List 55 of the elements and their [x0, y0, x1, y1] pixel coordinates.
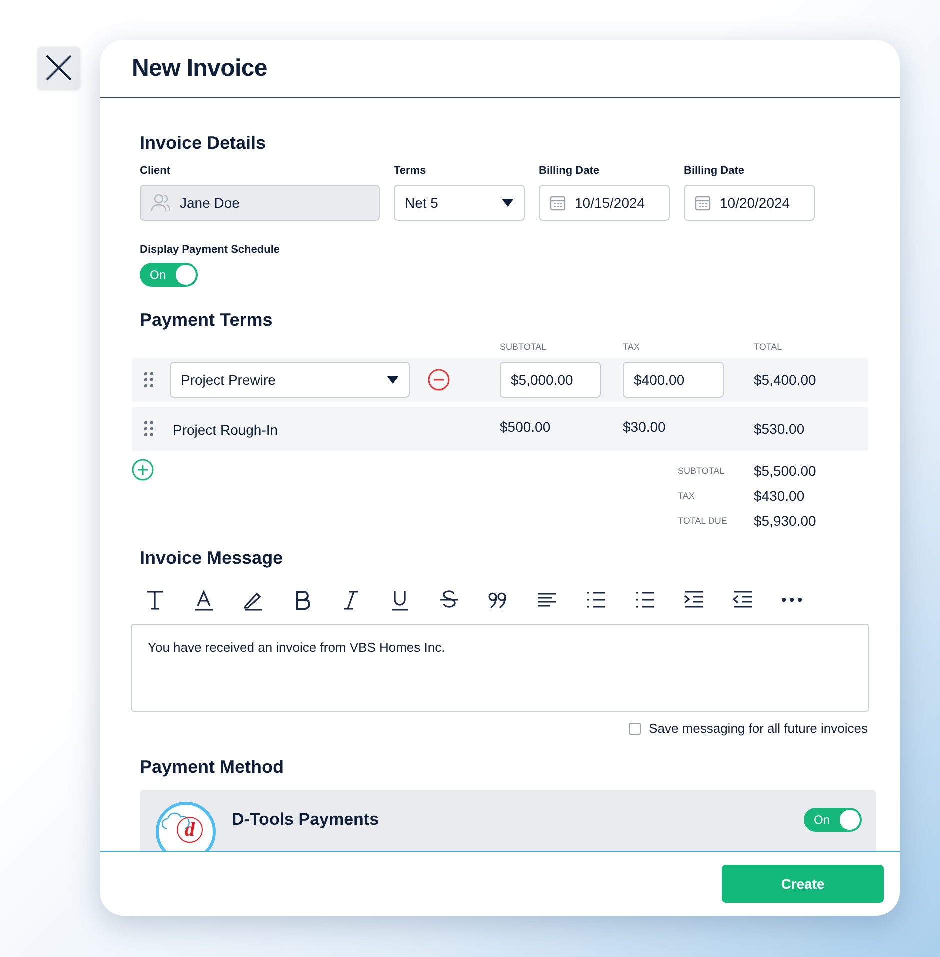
- total-amount: $5,930.00: [754, 512, 816, 528]
- section-heading: Payment Method: [140, 756, 284, 778]
- total-amount: $430.00: [754, 488, 805, 504]
- subtotal-value: $500.00: [500, 419, 552, 435]
- bullet-list-icon[interactable]: [585, 589, 607, 611]
- date-field[interactable]: 10/15/2024: [539, 185, 670, 221]
- message-field[interactable]: You have received an invoice from VBS Homes Inc.: [131, 624, 869, 712]
- caret-icon: [502, 199, 514, 207]
- tax-value: $30.00: [623, 419, 667, 435]
- method-name: D-Tools Payments: [232, 810, 380, 830]
- client-field: Jane Doe: [140, 185, 380, 221]
- add-icon[interactable]: [132, 459, 154, 481]
- total-value: $5,400.00: [754, 372, 818, 388]
- indent-icon[interactable]: [683, 589, 705, 611]
- person-icon: [151, 194, 171, 212]
- item-name: Project Rough-In: [172, 422, 280, 438]
- save-checkbox[interactable]: [629, 722, 642, 734]
- drag-handle-icon: [144, 372, 154, 388]
- total-value: $530.00: [754, 421, 806, 437]
- checkbox-label: Save messaging for all future invoices: [649, 721, 868, 736]
- tax-field[interactable]: $400.00: [623, 362, 724, 398]
- total-label: TAX: [678, 490, 696, 500]
- numbered-list-icon[interactable]: [634, 589, 656, 611]
- calendar-icon: [695, 195, 711, 211]
- section-heading: Invoice Details: [140, 132, 266, 154]
- field-label: Client: [140, 164, 172, 178]
- calendar-icon: [550, 195, 566, 211]
- logo-drawing: d: [156, 802, 216, 851]
- terms-dropdown[interactable]: Net 5: [394, 185, 525, 221]
- total-label: SUBTOTAL: [678, 466, 726, 476]
- text-icon[interactable]: [144, 589, 166, 611]
- dialog-title: New Invoice: [132, 54, 268, 82]
- field-label: Billing Date: [684, 164, 746, 178]
- column-header: TAX: [623, 342, 641, 352]
- caret-icon: [387, 376, 399, 384]
- strikethrough-icon[interactable]: [438, 589, 460, 611]
- font-color-icon[interactable]: [193, 589, 215, 611]
- column-header: TOTAL: [754, 342, 784, 352]
- close-icon: [45, 54, 73, 82]
- total-label: TOTAL DUE: [678, 516, 728, 526]
- section-heading: Invoice Message: [140, 547, 284, 569]
- field-label: Display Payment Schedule: [140, 243, 280, 257]
- outdent-icon[interactable]: [732, 589, 754, 611]
- drag-handle-icon: [144, 421, 154, 437]
- subtotal-field[interactable]: $5,000.00: [500, 362, 601, 398]
- field-label: Billing Date: [539, 164, 601, 178]
- section-heading: Payment Terms: [140, 309, 273, 331]
- column-header: SUBTOTAL: [500, 342, 548, 352]
- item-dropdown[interactable]: Project Prewire: [170, 362, 410, 398]
- remove-icon[interactable]: [428, 369, 450, 391]
- field-label: Terms: [394, 164, 428, 178]
- underline-icon[interactable]: [389, 589, 411, 611]
- date-field[interactable]: 10/20/2024: [684, 185, 815, 221]
- total-amount: $5,500.00: [754, 462, 816, 478]
- close-button[interactable]: [38, 47, 80, 89]
